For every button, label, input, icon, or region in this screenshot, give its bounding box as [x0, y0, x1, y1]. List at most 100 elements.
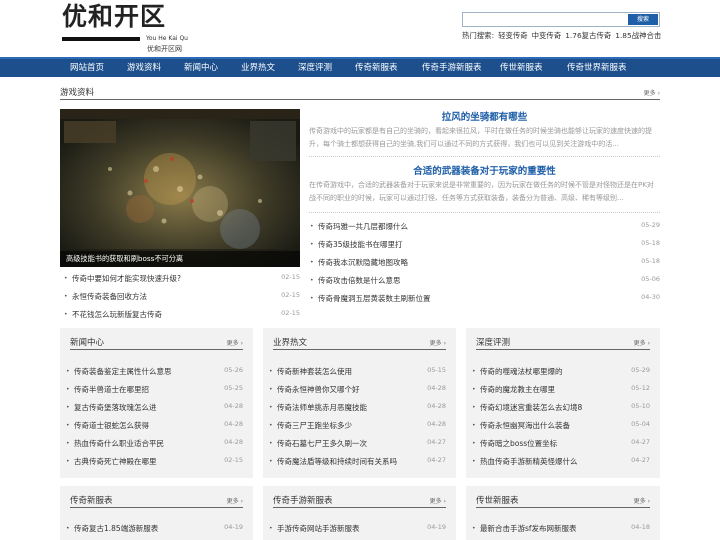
site-logo[interactable]: 优和开区 You He Kai Qu 优和开区网 [62, 2, 192, 54]
list-item[interactable]: • 传奇暗之boss位置坐标 04-27 [472, 438, 650, 450]
more-link[interactable]: 更多 [644, 88, 660, 97]
list-item-title[interactable]: 永恒传奇装备回收方法 [72, 291, 147, 302]
nav-item-new-servers[interactable]: 传奇新服表 [355, 59, 398, 77]
list-item-title[interactable]: 复古传奇堡落玫瑰怎么进 [74, 402, 157, 413]
list-item[interactable]: • 传奇的魔龙教主在哪里 05-12 [472, 384, 650, 396]
hot-search-term[interactable]: 1.85战神合击 [615, 31, 661, 40]
list-item[interactable]: • 传奇35级技能书在哪里打 05-18 [310, 239, 660, 251]
list-item-title[interactable]: 最新合击手游sf发布网新服表 [480, 523, 577, 534]
bullet-icon: • [66, 368, 70, 375]
divider [309, 156, 660, 157]
panel-reviews: 深度评测 更多 • 传奇的噬魂法杖哪里爆的 05-29 • 传奇的魔龙教主在哪里 05-… [466, 328, 660, 478]
list-item[interactable]: • 传奇道士银蛇怎么获得 04-28 [66, 420, 243, 432]
featured-image[interactable]: 高级技能书的获取和刷boss不可分离 [60, 109, 300, 267]
article-title[interactable]: 拉风的坐骑都有哪些 [309, 109, 660, 123]
list-item-title[interactable]: 传奇骨魔洞五层黄装数主刷新位置 [318, 293, 431, 304]
hot-search-term[interactable]: 轻变传奇 [498, 31, 528, 40]
list-item-date: 05-12 [631, 384, 650, 392]
list-item-date: 04-27 [631, 438, 650, 446]
list-item-title[interactable]: 传奇法师单挑赤月恶魔技能 [277, 402, 367, 413]
list-item-title[interactable]: 热血传奇手游新精英怪爆什么 [480, 456, 578, 467]
list-item[interactable]: • 热血传奇手游新精英怪爆什么 04-27 [472, 456, 650, 468]
list-item-title[interactable]: 传奇三尸王跑坐标多少 [277, 420, 352, 431]
list-item[interactable]: • 传奇装备鉴定主属性什么意思 05-26 [66, 366, 243, 378]
more-link[interactable]: 更多 [430, 338, 446, 347]
list-item-date: 04-28 [427, 402, 446, 410]
list-item-title[interactable]: 手游传奇网站手游新服表 [277, 523, 360, 534]
list-item-title[interactable]: 传奇的魔龙教主在哪里 [480, 384, 555, 395]
bullet-icon: • [472, 422, 476, 429]
bullet-icon: • [310, 277, 314, 284]
more-link[interactable]: 更多 [430, 496, 446, 505]
nav-item-chuanshi-servers[interactable]: 传世新服表 [500, 59, 543, 77]
list-item-title[interactable]: 传奇石墓七尸王多久刷一次 [277, 438, 367, 449]
search-button[interactable]: 搜索 [628, 14, 658, 25]
list-item-title[interactable]: 传奇永恒幽冥海出什么装备 [480, 420, 570, 431]
more-link[interactable]: 更多 [227, 496, 243, 505]
list-item-title[interactable]: 传奇玛雅一共几层都爆什么 [318, 221, 408, 232]
nav-item-game-data[interactable]: 游戏资料 [127, 59, 161, 77]
list-item[interactable]: • 热血传奇什么职业适合平民 04-28 [66, 438, 243, 450]
list-item-title[interactable]: 传奇道士银蛇怎么获得 [74, 420, 149, 431]
list-item-date: 05-15 [427, 366, 446, 374]
bullet-icon: • [64, 275, 68, 282]
list-item[interactable]: • 手游传奇网站手游新服表 04-19 [269, 523, 446, 535]
list-item[interactable]: • 传奇的噬魂法杖哪里爆的 05-29 [472, 366, 650, 378]
nav-item-reviews[interactable]: 深度评测 [298, 59, 332, 77]
list-item[interactable]: • 传奇永恒神兽你又哪个好 04-28 [269, 384, 446, 396]
nav-item-world-servers[interactable]: 传奇世界新服表 [567, 59, 627, 77]
list-item[interactable]: • 最新合击手游sf发布网新服表 04-18 [472, 523, 650, 535]
list-item-title[interactable]: 传奇35级技能书在哪里打 [318, 239, 403, 250]
hot-search-term[interactable]: 中变传奇 [532, 31, 562, 40]
article-summary: 传奇游戏中的玩家都是有自己的坐骑的，看起来很拉风，平时在做任务的时候坐骑也能够让… [309, 127, 652, 148]
more-link[interactable]: 更多 [634, 496, 650, 505]
more-link[interactable]: 更多 [634, 338, 650, 347]
list-item[interactable]: • 传奇玛雅一共几层都爆什么 05-29 [310, 221, 660, 233]
logo-bar [62, 37, 140, 41]
nav-item-home[interactable]: 网站首页 [70, 59, 104, 77]
list-item[interactable]: • 传奇中要如何才能实现快速升级? 02-15 [64, 273, 300, 285]
list-item[interactable]: • 复古传奇堡落玫瑰怎么进 04-28 [66, 402, 243, 414]
list-item[interactable]: • 传奇石墓七尸王多久刷一次 04-27 [269, 438, 446, 450]
nav-item-industry[interactable]: 业界热文 [241, 59, 275, 77]
list-item-title[interactable]: 传奇装备鉴定主属性什么意思 [74, 366, 172, 377]
hot-search-term[interactable]: 1.76复古传奇 [565, 31, 611, 40]
list-item-title[interactable]: 传奇新神套装怎么使用 [277, 366, 352, 377]
list-item-title[interactable]: 热血传奇什么职业适合平民 [74, 438, 164, 449]
list-item[interactable]: • 传奇魔法盾等级和持续时间有关系吗 04-27 [269, 456, 446, 468]
list-item[interactable]: • 古典传奇死亡神殿在哪里 02-15 [66, 456, 243, 468]
nav-item-mobile-servers[interactable]: 传奇手游新服表 [422, 59, 482, 77]
list-item[interactable]: • 传奇三尸王跑坐标多少 04-28 [269, 420, 446, 432]
search-input[interactable] [463, 13, 626, 26]
list-item-title[interactable]: 传奇攻击倍数是什么意思 [318, 275, 401, 286]
list-item-date: 05-18 [641, 257, 660, 265]
list-item[interactable]: • 传奇永恒幽冥海出什么装备 05-04 [472, 420, 650, 432]
list-item[interactable]: • 传奇我本沉默隐藏地图攻略 05-18 [310, 257, 660, 269]
list-item[interactable]: • 传奇骨魔洞五层黄装数主刷新位置 04-30 [310, 293, 660, 305]
list-item[interactable]: • 传奇攻击倍数是什么意思 05-06 [310, 275, 660, 287]
more-link[interactable]: 更多 [227, 338, 243, 347]
list-item[interactable]: • 永恒传奇装备回收方法 02-15 [64, 291, 300, 303]
hot-searches-label: 热门搜索: [462, 31, 495, 40]
list-item-title[interactable]: 不花钱怎么玩新版复古传奇 [72, 309, 162, 320]
list-item[interactable]: • 传奇幻境迷宫重装怎么去幻境8 05-10 [472, 402, 650, 414]
article-title[interactable]: 合适的武器装备对于玩家的重要性 [309, 163, 660, 177]
list-item-title[interactable]: 传奇中要如何才能实现快速升级? [72, 273, 181, 284]
list-item[interactable]: • 传奇新神套装怎么使用 05-15 [269, 366, 446, 378]
list-item-title[interactable]: 传奇暗之boss位置坐标 [480, 438, 557, 449]
list-item-title[interactable]: 传奇永恒神兽你又哪个好 [277, 384, 360, 395]
list-item[interactable]: • 传奇半兽道士在哪里招 05-25 [66, 384, 243, 396]
list-item-title[interactable]: 传奇魔法盾等级和持续时间有关系吗 [277, 456, 397, 467]
list-item-title[interactable]: 传奇半兽道士在哪里招 [74, 384, 149, 395]
list-item-title[interactable]: 传奇复古1.85端游新服表 [74, 523, 158, 534]
list-item[interactable]: • 不花钱怎么玩新版复古传奇 02-15 [64, 309, 300, 321]
list-item-title[interactable]: 传奇的噬魂法杖哪里爆的 [480, 366, 563, 377]
nav-item-news[interactable]: 新闻中心 [184, 59, 218, 77]
list-item[interactable]: • 传奇法师单挑赤月恶魔技能 04-28 [269, 402, 446, 414]
hero-caption[interactable]: 高级技能书的获取和刷boss不可分离 [60, 251, 300, 267]
list-item[interactable]: • 传奇复古1.85端游新服表 04-19 [66, 523, 243, 535]
list-item-title[interactable]: 传奇幻境迷宫重装怎么去幻境8 [480, 402, 582, 413]
panel-title: 新闻中心 [70, 338, 105, 348]
list-item-title[interactable]: 传奇我本沉默隐藏地图攻略 [318, 257, 408, 268]
list-item-title[interactable]: 古典传奇死亡神殿在哪里 [74, 456, 157, 467]
